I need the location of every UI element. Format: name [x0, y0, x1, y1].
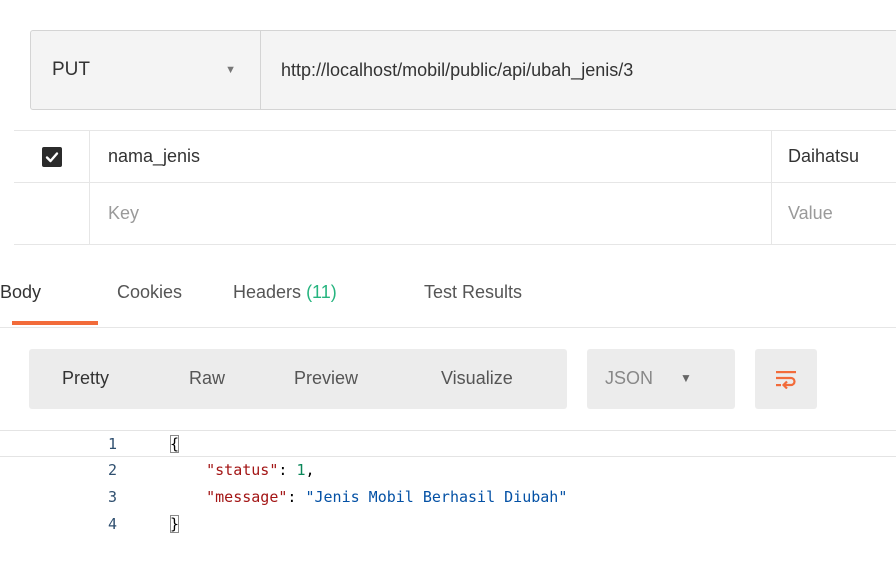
- active-tab-indicator: [12, 321, 98, 325]
- json-key-message: "message": [206, 488, 288, 506]
- code-line: 3 "message": "Jenis Mobil Berhasil Diuba…: [0, 484, 896, 511]
- http-method-dropdown[interactable]: PUT ▼: [31, 31, 261, 109]
- param-row: nama_jenis Daihatsu: [14, 131, 896, 183]
- open-brace: {: [170, 435, 180, 453]
- response-body-code[interactable]: 1 { 2 "status": 1, 3 "message": "Jenis M…: [0, 430, 896, 569]
- json-value-message: "Jenis Mobil Berhasil Diubah": [305, 488, 568, 506]
- line-number: 4: [108, 515, 118, 533]
- format-label: JSON: [605, 368, 654, 388]
- param-value-field[interactable]: Daihatsu: [772, 131, 896, 182]
- code-text: "status": 1,: [206, 461, 315, 479]
- new-param-key-field[interactable]: Key: [90, 183, 772, 244]
- line-number: 3: [108, 488, 118, 506]
- chevron-down-icon: ▼: [680, 371, 692, 385]
- http-method-label: PUT: [52, 59, 90, 80]
- tab-headers-label: Headers: [233, 282, 302, 302]
- close-brace: }: [170, 515, 180, 533]
- view-raw-button[interactable]: Raw: [189, 368, 225, 389]
- code-text: }: [170, 511, 180, 538]
- view-preview-button[interactable]: Preview: [294, 368, 358, 389]
- json-key-status: "status": [206, 461, 279, 479]
- view-mode-segment: Pretty Raw Preview Visualize: [29, 349, 567, 409]
- line-number: 1: [108, 435, 118, 453]
- tab-body[interactable]: Body: [0, 282, 41, 303]
- request-url-input[interactable]: http://localhost/mobil/public/api/ubah_j…: [261, 31, 896, 109]
- wrap-lines-icon: [776, 371, 796, 389]
- param-key-field[interactable]: nama_jenis: [90, 131, 772, 182]
- view-visualize-button[interactable]: Visualize: [441, 368, 513, 389]
- tab-test-results[interactable]: Test Results: [424, 282, 522, 303]
- code-line: 4 }: [0, 511, 896, 538]
- postman-request-view: PUT ▼ http://localhost/mobil/public/api/…: [0, 0, 896, 569]
- request-bar: PUT ▼ http://localhost/mobil/public/api/…: [30, 30, 896, 110]
- param-row-new: Key Value: [14, 183, 896, 245]
- code-line: 2 "status": 1,: [0, 457, 896, 484]
- headers-count-badge: (11): [306, 282, 337, 302]
- code-line: 1 {: [0, 430, 896, 457]
- chevron-down-icon: ▼: [225, 64, 236, 76]
- view-pretty-button[interactable]: Pretty: [62, 368, 109, 389]
- new-param-value-field[interactable]: Value: [772, 183, 896, 244]
- code-text: "message": "Jenis Mobil Berhasil Diubah": [206, 488, 568, 506]
- param-enable-cell-empty: [14, 183, 90, 244]
- checkbox-checked-icon[interactable]: [41, 146, 62, 167]
- code-text: {: [170, 431, 180, 458]
- tab-headers[interactable]: Headers (11): [233, 282, 337, 303]
- tab-cookies[interactable]: Cookies: [117, 282, 182, 303]
- wrap-lines-button[interactable]: [755, 349, 817, 409]
- response-format-dropdown[interactable]: JSON ▼: [587, 349, 735, 409]
- params-table: nama_jenis Daihatsu Key Value: [14, 130, 896, 245]
- param-enable-cell: [14, 131, 90, 182]
- line-number: 2: [108, 461, 118, 479]
- response-tabs: Body Cookies Headers (11) Test Results: [0, 274, 896, 328]
